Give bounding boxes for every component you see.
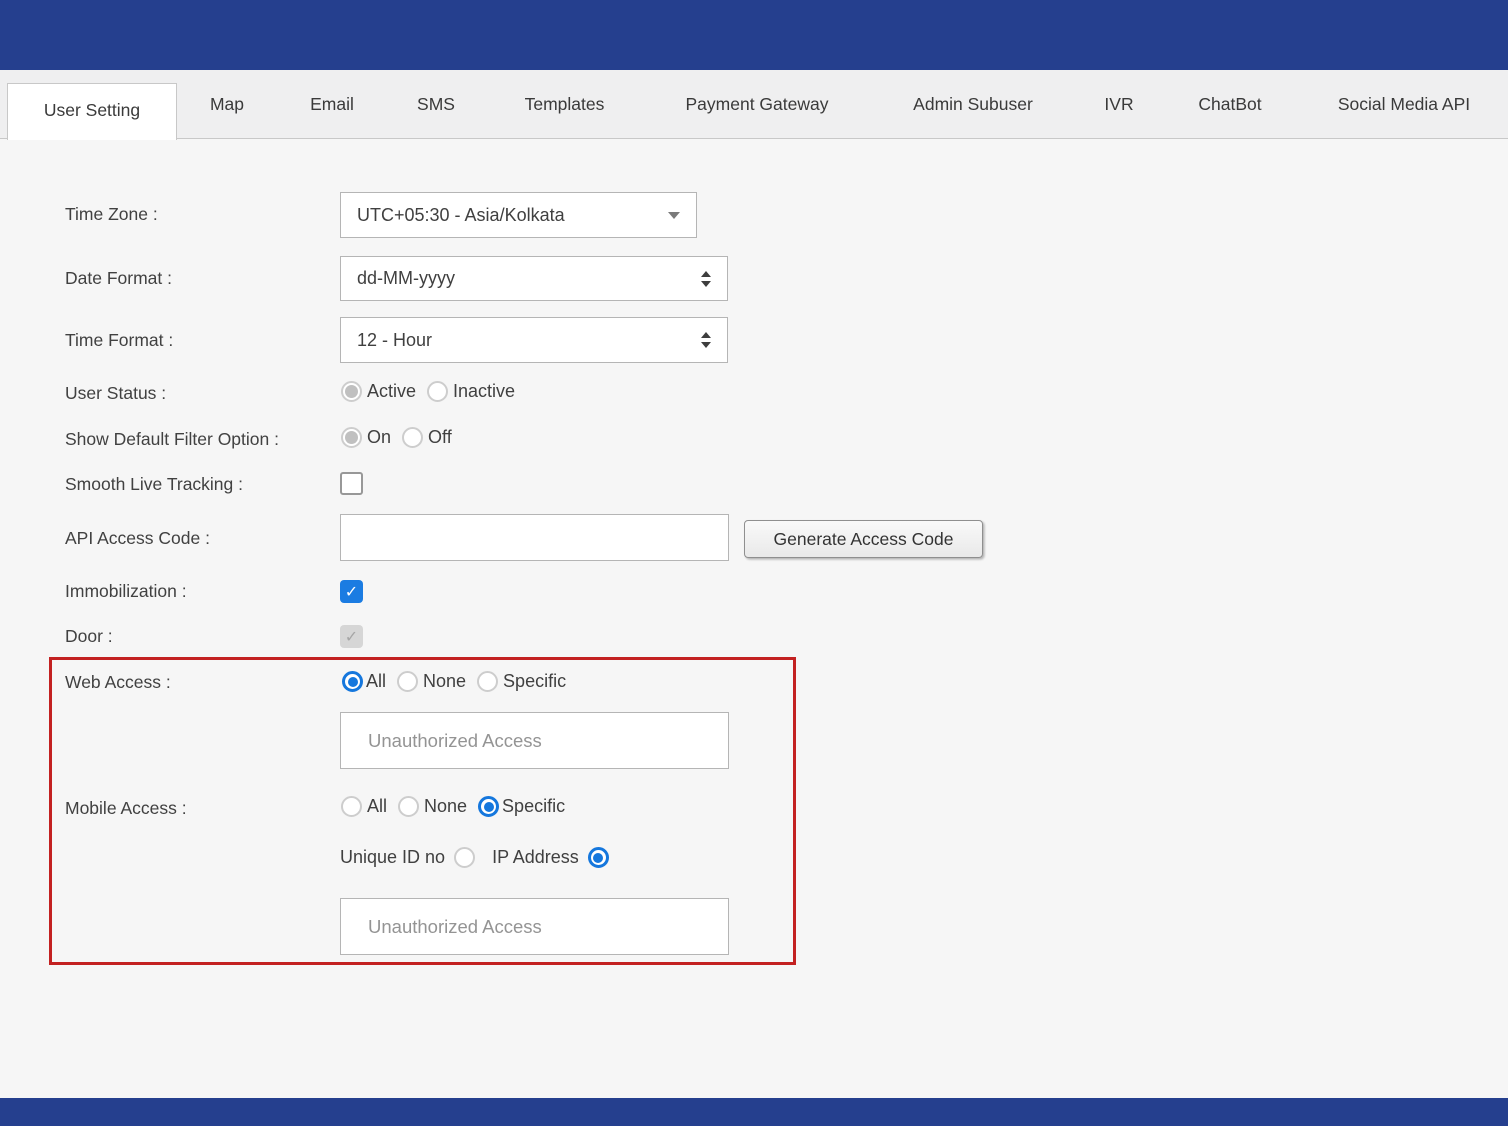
show-default-filter-radio-group: On Off xyxy=(341,427,452,448)
door-checkbox-disabled: ✓ xyxy=(340,625,363,648)
chevron-down-icon xyxy=(668,212,680,219)
api-access-code-label: API Access Code : xyxy=(65,528,210,549)
radio-selected-icon[interactable] xyxy=(341,381,362,402)
mobile-access-radio-group: All None Specific xyxy=(341,796,565,817)
time-zone-value: UTC+05:30 - Asia/Kolkata xyxy=(357,205,668,226)
user-status-radio-group: Active Inactive xyxy=(341,381,515,402)
radio-ip-address[interactable]: IP Address xyxy=(492,847,609,868)
tab-admin-subuser[interactable]: Admin Subuser xyxy=(887,70,1059,138)
stepper-icon xyxy=(701,271,711,287)
radio-mobile-access-specific[interactable]: Specific xyxy=(478,796,565,817)
radio-label: Specific xyxy=(502,796,565,817)
radio-label: None xyxy=(423,671,466,692)
time-zone-label: Time Zone : xyxy=(65,204,158,225)
user-status-label: User Status : xyxy=(65,383,166,404)
tab-user-setting[interactable]: User Setting xyxy=(7,83,177,140)
smooth-live-tracking-label: Smooth Live Tracking : xyxy=(65,474,243,495)
radio-selected-icon[interactable] xyxy=(478,796,499,817)
web-access-label: Web Access : xyxy=(65,672,171,693)
mobile-access-sub-radio-group: Unique ID no IP Address xyxy=(340,847,609,868)
show-default-filter-label: Show Default Filter Option : xyxy=(65,429,279,450)
radio-unselected-icon[interactable] xyxy=(477,671,498,692)
radio-web-access-all[interactable]: All xyxy=(342,671,386,692)
radio-unselected-icon[interactable] xyxy=(397,671,418,692)
immobilization-label: Immobilization : xyxy=(65,581,187,602)
tab-email[interactable]: Email xyxy=(287,70,377,138)
bottom-footer-bar xyxy=(0,1098,1508,1126)
api-access-code-input[interactable] xyxy=(340,514,729,561)
radio-label: All xyxy=(367,796,387,817)
time-zone-select[interactable]: UTC+05:30 - Asia/Kolkata xyxy=(340,192,697,238)
radio-user-status-active[interactable]: Active xyxy=(341,381,416,402)
check-icon: ✓ xyxy=(345,627,358,647)
date-format-label: Date Format : xyxy=(65,268,172,289)
radio-label: On xyxy=(367,427,391,448)
web-access-unauthorized-input[interactable] xyxy=(340,712,729,769)
radio-mobile-access-none[interactable]: None xyxy=(398,796,467,817)
user-setting-page: User Setting Map Email SMS Templates Pay… xyxy=(0,0,1508,1126)
stepper-icon xyxy=(701,332,711,348)
tab-chatbot[interactable]: ChatBot xyxy=(1175,70,1285,138)
tab-social-media-api[interactable]: Social Media API xyxy=(1320,70,1488,138)
radio-unselected-icon[interactable] xyxy=(341,796,362,817)
time-format-label: Time Format : xyxy=(65,330,173,351)
time-format-select[interactable]: 12 - Hour xyxy=(340,317,728,363)
date-format-select[interactable]: dd-MM-yyyy xyxy=(340,256,728,301)
date-format-value: dd-MM-yyyy xyxy=(357,268,701,289)
mobile-access-label: Mobile Access : xyxy=(65,798,187,819)
radio-label: Off xyxy=(428,427,452,448)
check-icon: ✓ xyxy=(345,582,358,602)
tab-ivr[interactable]: IVR xyxy=(1084,70,1154,138)
radio-filter-off[interactable]: Off xyxy=(402,427,452,448)
time-format-value: 12 - Hour xyxy=(357,330,701,351)
smooth-live-tracking-checkbox[interactable] xyxy=(340,472,363,495)
radio-label: None xyxy=(424,796,467,817)
radio-unique-id-no[interactable]: Unique ID no xyxy=(340,847,475,868)
radio-mobile-access-all[interactable]: All xyxy=(341,796,387,817)
radio-unselected-icon[interactable] xyxy=(398,796,419,817)
radio-unselected-icon[interactable] xyxy=(454,847,475,868)
radio-label: All xyxy=(366,671,386,692)
tab-map[interactable]: Map xyxy=(187,70,267,138)
radio-user-status-inactive[interactable]: Inactive xyxy=(427,381,515,402)
radio-filter-on[interactable]: On xyxy=(341,427,391,448)
radio-unselected-icon[interactable] xyxy=(427,381,448,402)
radio-label: Unique ID no xyxy=(340,847,445,868)
mobile-access-unauthorized-input[interactable] xyxy=(340,898,729,955)
radio-web-access-none[interactable]: None xyxy=(397,671,466,692)
radio-label: Inactive xyxy=(453,381,515,402)
tab-payment-gateway[interactable]: Payment Gateway xyxy=(662,70,852,138)
web-access-radio-group: All None Specific xyxy=(342,671,566,692)
generate-access-code-button[interactable]: Generate Access Code xyxy=(744,520,983,558)
radio-selected-icon[interactable] xyxy=(342,671,363,692)
radio-label: Active xyxy=(367,381,416,402)
radio-label: IP Address xyxy=(492,847,579,868)
radio-web-access-specific[interactable]: Specific xyxy=(477,671,566,692)
tab-sms[interactable]: SMS xyxy=(392,70,480,138)
tab-bar: User Setting Map Email SMS Templates Pay… xyxy=(0,70,1508,139)
immobilization-checkbox[interactable]: ✓ xyxy=(340,580,363,603)
radio-selected-icon[interactable] xyxy=(588,847,609,868)
radio-unselected-icon[interactable] xyxy=(402,427,423,448)
radio-selected-icon[interactable] xyxy=(341,427,362,448)
door-label: Door : xyxy=(65,626,113,647)
radio-label: Specific xyxy=(503,671,566,692)
top-header-bar xyxy=(0,0,1508,70)
tab-templates[interactable]: Templates xyxy=(497,70,632,138)
